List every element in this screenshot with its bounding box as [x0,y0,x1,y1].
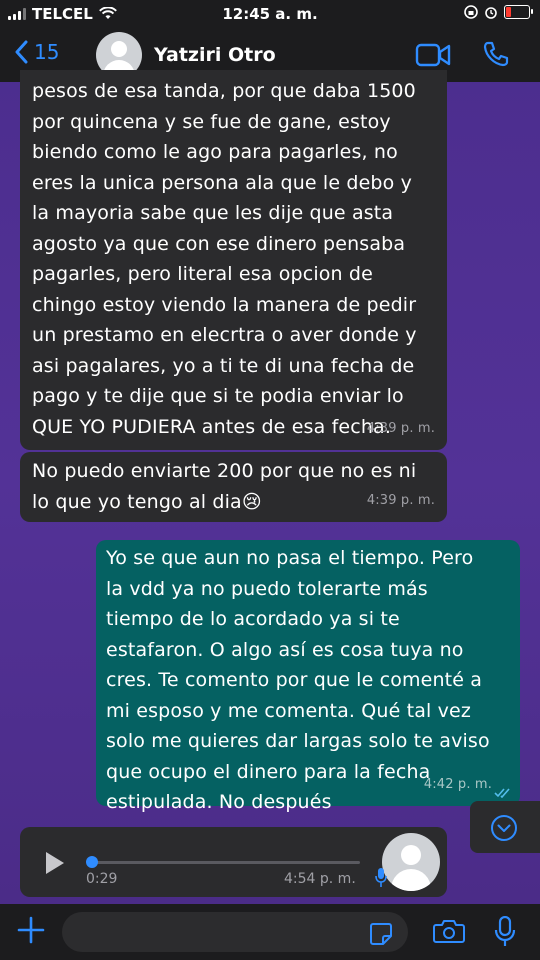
status-bar: TELCEL 12:45 a. m. [0,0,540,30]
scroll-to-bottom-button[interactable] [470,801,540,853]
message-input[interactable] [62,912,408,952]
voice-note-duration: 0:29 [86,871,118,887]
microphone-icon[interactable] [494,916,516,948]
chevron-left-icon [15,40,28,64]
chevron-down-circle-icon [491,815,517,841]
message-bubble-outgoing[interactable]: Yo se que aun no pasa el tiempo. Pero la… [96,540,520,813]
message-time: 4:42 p. m. [423,776,492,792]
voice-note-time: 4:54 p. m. [284,871,356,887]
plus-icon[interactable] [16,915,46,945]
camera-icon[interactable] [433,918,465,944]
voice-note-scrubber[interactable] [86,856,98,868]
message-text: pesos de esa tanda, por que daba 1500 po… [32,80,417,438]
message-time: 4:39 p. m. [366,492,435,508]
screen-lock-icon [464,5,478,19]
voice-note-mic-icon [375,868,387,887]
read-receipt-icon [494,788,510,798]
video-call-icon[interactable] [415,42,451,68]
voice-note-progress-track[interactable] [90,861,360,864]
battery-icon [504,5,533,19]
message-bubble-incoming[interactable]: No puedo enviarte 200 por que no es ni l… [20,452,447,522]
alarm-icon [485,7,497,19]
composer-bar [0,904,540,960]
phone-call-icon[interactable] [482,40,510,68]
voice-note-avatar [382,833,440,891]
voice-note-bubble[interactable]: 0:29 4:54 p. m. [20,827,447,897]
clock: 12:45 a. m. [222,5,318,23]
message-time: 4:39 p. m. [366,420,435,436]
back-button[interactable]: 15 [14,40,59,64]
unread-count: 15 [34,40,60,64]
play-icon[interactable] [46,852,64,874]
message-bubble-incoming[interactable]: pesos de esa tanda, por que daba 1500 po… [20,70,447,450]
sticker-icon[interactable] [369,922,393,946]
contact-name[interactable]: Yatziri Otro [154,44,276,66]
